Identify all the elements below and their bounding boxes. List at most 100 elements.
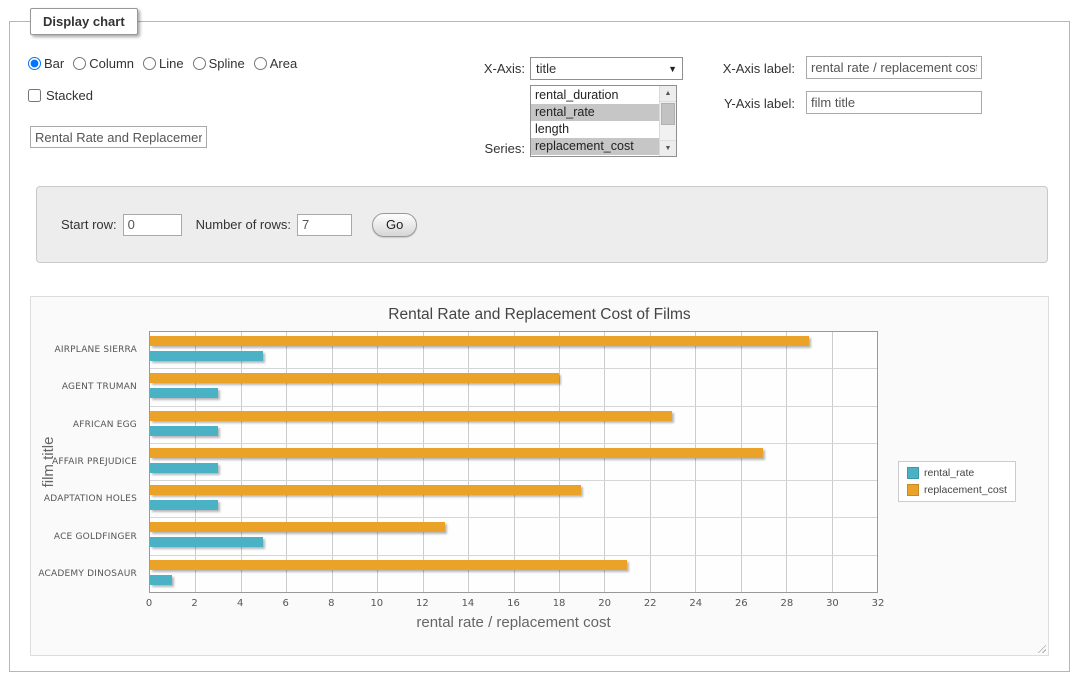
x-tick-label: 12 xyxy=(416,598,429,609)
bars-container xyxy=(150,332,877,592)
category-band xyxy=(150,332,877,369)
category-band xyxy=(150,407,877,444)
category-band xyxy=(150,518,877,555)
chart-type-radio-bar[interactable] xyxy=(28,57,41,70)
x-tick-label: 22 xyxy=(644,598,657,609)
y-axis-label-input[interactable] xyxy=(806,91,982,114)
x-tick-label: 32 xyxy=(872,598,885,609)
resize-handle-icon[interactable] xyxy=(1035,642,1046,653)
x-tick-label: 26 xyxy=(735,598,748,609)
chart-type-radio-label: Bar xyxy=(44,56,64,71)
stacked-checkbox[interactable] xyxy=(28,89,41,102)
chart-type-radio-line[interactable] xyxy=(143,57,156,70)
x-tick-label: 0 xyxy=(146,598,152,609)
bar-rental_rate xyxy=(150,351,263,361)
chart-type-radio-label: Column xyxy=(89,56,134,71)
x-axis-label-caption: X-Axis label: xyxy=(695,61,795,76)
x-tick-label: 8 xyxy=(328,598,334,609)
category-label: ACE GOLDFINGER xyxy=(31,518,143,555)
legend-label: replacement_cost xyxy=(924,484,1007,496)
legend-item-rental_rate: rental_rate xyxy=(907,467,1007,479)
x-tick-label: 20 xyxy=(598,598,611,609)
x-tick-labels: 02468101214161820222426283032 xyxy=(149,598,878,612)
chart-title: Rental Rate and Replacement Cost of Film… xyxy=(31,306,1048,324)
category-band xyxy=(150,369,877,406)
chart-type-column[interactable]: Column xyxy=(73,56,134,71)
bar-replacement_cost xyxy=(150,411,672,421)
bar-rental_rate xyxy=(150,500,218,510)
legend-item-replacement_cost: replacement_cost xyxy=(907,484,1007,496)
chart-type-area[interactable]: Area xyxy=(254,56,297,71)
scroll-down-icon[interactable]: ▼ xyxy=(660,140,676,156)
category-band xyxy=(150,444,877,481)
category-label: AGENT TRUMAN xyxy=(31,368,143,405)
category-label: AFRICAN EGG xyxy=(31,406,143,443)
bar-rental_rate xyxy=(150,426,218,436)
stacked-checkbox-row[interactable]: Stacked xyxy=(28,88,93,103)
x-tick-label: 4 xyxy=(237,598,243,609)
category-label: AFFAIR PREJUDICE xyxy=(31,443,143,480)
series-option-length[interactable]: length xyxy=(531,121,659,138)
x-tick-label: 24 xyxy=(689,598,702,609)
bar-replacement_cost xyxy=(150,373,559,383)
category-label: AIRPLANE SIERRA xyxy=(31,331,143,368)
chart-legend: rental_rate replacement_cost xyxy=(898,461,1016,502)
chart-title-input[interactable] xyxy=(30,126,207,148)
chart-type-radio-area[interactable] xyxy=(254,57,267,70)
num-rows-input[interactable] xyxy=(297,214,352,236)
series-caption: Series: xyxy=(430,141,525,156)
series-listbox-options: rental_durationrental_ratelengthreplacem… xyxy=(531,87,659,156)
legend-swatch-rental_rate xyxy=(907,467,919,479)
go-button[interactable]: Go xyxy=(372,213,417,237)
x-axis-label-input[interactable] xyxy=(806,56,982,79)
x-tick-label: 2 xyxy=(191,598,197,609)
fieldset-legend: Display chart xyxy=(30,8,138,35)
x-tick-label: 16 xyxy=(507,598,520,609)
x-axis-select[interactable]: title ▼ xyxy=(530,57,683,80)
start-row-input[interactable] xyxy=(123,214,182,236)
category-labels: AIRPLANE SIERRAAGENT TRUMANAFRICAN EGGAF… xyxy=(31,331,143,593)
legend-label: rental_rate xyxy=(924,467,974,479)
chart-type-radios: Bar Column Line Spline Area xyxy=(28,56,297,71)
chart-type-radio-column[interactable] xyxy=(73,57,86,70)
chart-type-bar[interactable]: Bar xyxy=(28,56,64,71)
x-axis-selected-value: title xyxy=(536,61,556,76)
chart-type-radio-spline[interactable] xyxy=(193,57,206,70)
series-option-replacement_cost[interactable]: replacement_cost xyxy=(531,138,659,155)
bar-rental_rate xyxy=(150,463,218,473)
x-tick-label: 10 xyxy=(370,598,383,609)
category-band xyxy=(150,481,877,518)
chart-type-line[interactable]: Line xyxy=(143,56,184,71)
rows-panel: Start row: Number of rows: Go xyxy=(36,186,1048,263)
x-axis-caption: X-Axis: xyxy=(430,61,525,76)
series-option-rental_duration[interactable]: rental_duration xyxy=(531,87,659,104)
x-tick-label: 30 xyxy=(826,598,839,609)
num-rows-caption: Number of rows: xyxy=(196,217,291,232)
series-scrollbar[interactable]: ▲ ▼ xyxy=(659,86,676,156)
legend-swatch-replacement_cost xyxy=(907,484,919,496)
series-option-rental_rate[interactable]: rental_rate xyxy=(531,104,659,121)
plot-area xyxy=(149,331,878,593)
category-label: ADAPTATION HOLES xyxy=(31,481,143,518)
scroll-up-icon[interactable]: ▲ xyxy=(660,86,676,102)
stacked-label: Stacked xyxy=(46,88,93,103)
chart-type-radio-label: Spline xyxy=(209,56,245,71)
page: Display chart Bar Column Line Spline Area St… xyxy=(0,0,1081,681)
x-tick-label: 28 xyxy=(781,598,794,609)
chart-type-radio-label: Area xyxy=(270,56,297,71)
bar-replacement_cost xyxy=(150,485,581,495)
x-tick-label: 18 xyxy=(553,598,566,609)
series-listbox[interactable]: rental_durationrental_ratelengthreplacem… xyxy=(530,85,677,157)
start-row-caption: Start row: xyxy=(61,217,117,232)
chart-type-spline[interactable]: Spline xyxy=(193,56,245,71)
chevron-down-icon: ▼ xyxy=(668,64,677,74)
bar-replacement_cost xyxy=(150,448,763,458)
chart-type-radio-label: Line xyxy=(159,56,184,71)
category-band xyxy=(150,556,877,592)
x-tick-label: 6 xyxy=(283,598,289,609)
bar-rental_rate xyxy=(150,537,263,547)
bar-rental_rate xyxy=(150,388,218,398)
bar-replacement_cost xyxy=(150,560,627,570)
scrollbar-thumb[interactable] xyxy=(661,103,675,125)
category-label: ACADEMY DINOSAUR xyxy=(31,556,143,593)
